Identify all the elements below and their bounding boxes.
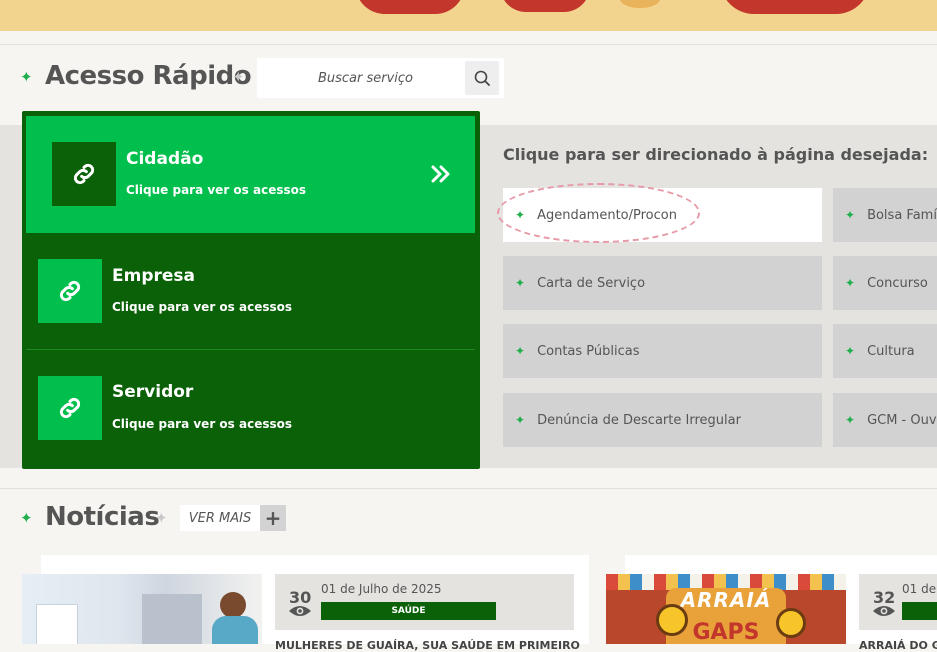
search-icon (474, 70, 490, 86)
service-label: GCM - Ouvidoria (867, 412, 937, 428)
news-thumbnail: ARRAIÁ GAPS (606, 574, 846, 644)
top-banner-image (0, 0, 937, 31)
service-label: Denúncia de Descarte Irregular (537, 412, 741, 428)
link-icon (38, 259, 102, 323)
plus-button[interactable]: + (260, 505, 286, 531)
thumbnail-text: GAPS (692, 620, 760, 644)
see-more-link[interactable]: VER MAIS (180, 505, 260, 531)
sparkle-icon: ✦ (232, 68, 245, 86)
sparkle-icon: ✦ (20, 68, 33, 86)
news-title: Notícias (45, 502, 160, 532)
service-label: Concurso (867, 275, 928, 291)
news-date: 01 de Julho de 2025 (321, 582, 442, 596)
card-subtitle: Clique para ver os acessos (112, 417, 293, 431)
divider (0, 488, 937, 489)
service-label: Cultura (867, 343, 915, 359)
service-link[interactable]: ✦ Bolsa Família (833, 188, 937, 242)
link-icon (52, 142, 116, 206)
divider (0, 44, 937, 45)
sparkle-icon: ✦ (515, 276, 526, 290)
service-link[interactable]: ✦ Denúncia de Descarte Irregular (503, 393, 822, 447)
divider (26, 349, 475, 350)
search-button[interactable] (465, 61, 499, 95)
sparkle-icon: ✦ (845, 208, 856, 222)
service-label: Contas Públicas (537, 343, 640, 359)
service-link[interactable]: ✦ Contas Públicas (503, 324, 822, 378)
card-title: Servidor (112, 382, 194, 402)
eye-icon (872, 603, 896, 622)
service-link[interactable]: ✦ Carta de Serviço (503, 256, 822, 310)
sparkle-icon: ✦ (155, 509, 168, 527)
category-badge[interactable]: SAÚDE (321, 602, 496, 620)
service-label: Carta de Serviço (537, 275, 646, 291)
sparkle-icon: ✦ (515, 344, 526, 358)
double-chevron-right-icon (430, 163, 452, 189)
card-title: Cidadão (126, 149, 204, 169)
thumbnail-text: ARRAIÁ (680, 588, 772, 612)
category-badge[interactable] (902, 602, 937, 620)
search-input[interactable] (257, 58, 468, 98)
sparkle-icon: ✦ (845, 276, 856, 290)
annotation-circle (497, 183, 700, 243)
news-date: 01 de Julho de 2025 (902, 582, 937, 596)
eye-icon (288, 603, 312, 622)
news-thumbnail (22, 574, 262, 644)
service-label: Bolsa Família (867, 207, 937, 223)
link-icon (38, 376, 102, 440)
news-headline[interactable]: ARRAIÁ DO GAPS (859, 639, 937, 652)
sparkle-icon: ✦ (20, 509, 33, 527)
sparkle-icon: ✦ (515, 413, 526, 427)
services-heading: Clique para ser direcionado à página des… (503, 145, 929, 164)
card-subtitle: Clique para ver os acessos (126, 183, 307, 197)
quick-access-title: Acesso Rápido (45, 61, 252, 91)
card-title: Empresa (112, 266, 195, 286)
news-headline[interactable]: MULHERES DE GUAÍRA, SUA SAÚDE EM PRIMEIR… (275, 639, 580, 652)
service-link[interactable]: ✦ Concurso (833, 256, 937, 310)
card-subtitle: Clique para ver os acessos (112, 300, 293, 314)
sparkle-icon: ✦ (845, 413, 856, 427)
service-link[interactable]: ✦ Cultura (833, 324, 937, 378)
service-link[interactable]: ✦ GCM - Ouvidoria (833, 393, 937, 447)
sparkle-icon: ✦ (845, 344, 856, 358)
search-box (257, 58, 504, 98)
